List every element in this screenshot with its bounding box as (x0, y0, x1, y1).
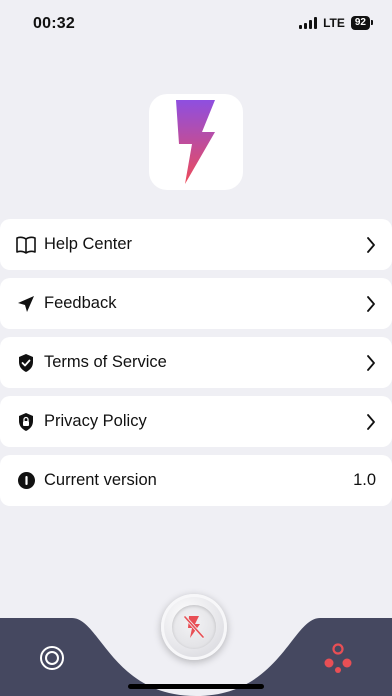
info-icon (16, 471, 36, 491)
shield-check-icon (16, 353, 36, 373)
flash-off-icon (184, 615, 204, 639)
version-label: Current version (44, 471, 157, 489)
menu-item-label: Feedback (44, 294, 117, 312)
target-icon (40, 646, 64, 670)
chevron-right-icon (367, 354, 375, 371)
book-icon (16, 235, 36, 255)
share-nodes-icon (324, 643, 352, 673)
menu-item-feedback[interactable]: Feedback (0, 278, 392, 329)
status-bar: 00:32 LTE 92 (0, 0, 392, 48)
app-logo (149, 94, 243, 190)
menu-item-terms[interactable]: Terms of Service (0, 337, 392, 388)
menu-item-help-center[interactable]: Help Center (0, 219, 392, 270)
lightning-bolt-icon (176, 100, 215, 184)
flash-toggle-button[interactable] (161, 594, 227, 660)
menu-item-label: Help Center (44, 235, 133, 253)
menu-item-version: Current version 1.0 (0, 455, 392, 506)
tab-share[interactable] (318, 638, 358, 678)
status-time: 00:32 (33, 15, 75, 32)
send-icon (16, 294, 36, 314)
menu-item-label: Terms of Service (44, 353, 167, 371)
tab-scan[interactable] (32, 638, 72, 678)
version-value: 1.0 (353, 471, 376, 489)
status-indicators: LTE 92 (299, 16, 374, 30)
network-label: LTE (323, 16, 345, 30)
flash-toggle-inner (172, 605, 216, 649)
chevron-right-icon (367, 236, 375, 253)
menu-item-label: Privacy Policy (44, 412, 147, 430)
signal-icon (299, 17, 318, 29)
shield-lock-icon (16, 412, 36, 432)
chevron-right-icon (367, 295, 375, 312)
chevron-right-icon (367, 413, 375, 430)
home-indicator (128, 684, 264, 689)
menu-item-privacy[interactable]: Privacy Policy (0, 396, 392, 447)
battery-badge: 92 (350, 16, 374, 30)
